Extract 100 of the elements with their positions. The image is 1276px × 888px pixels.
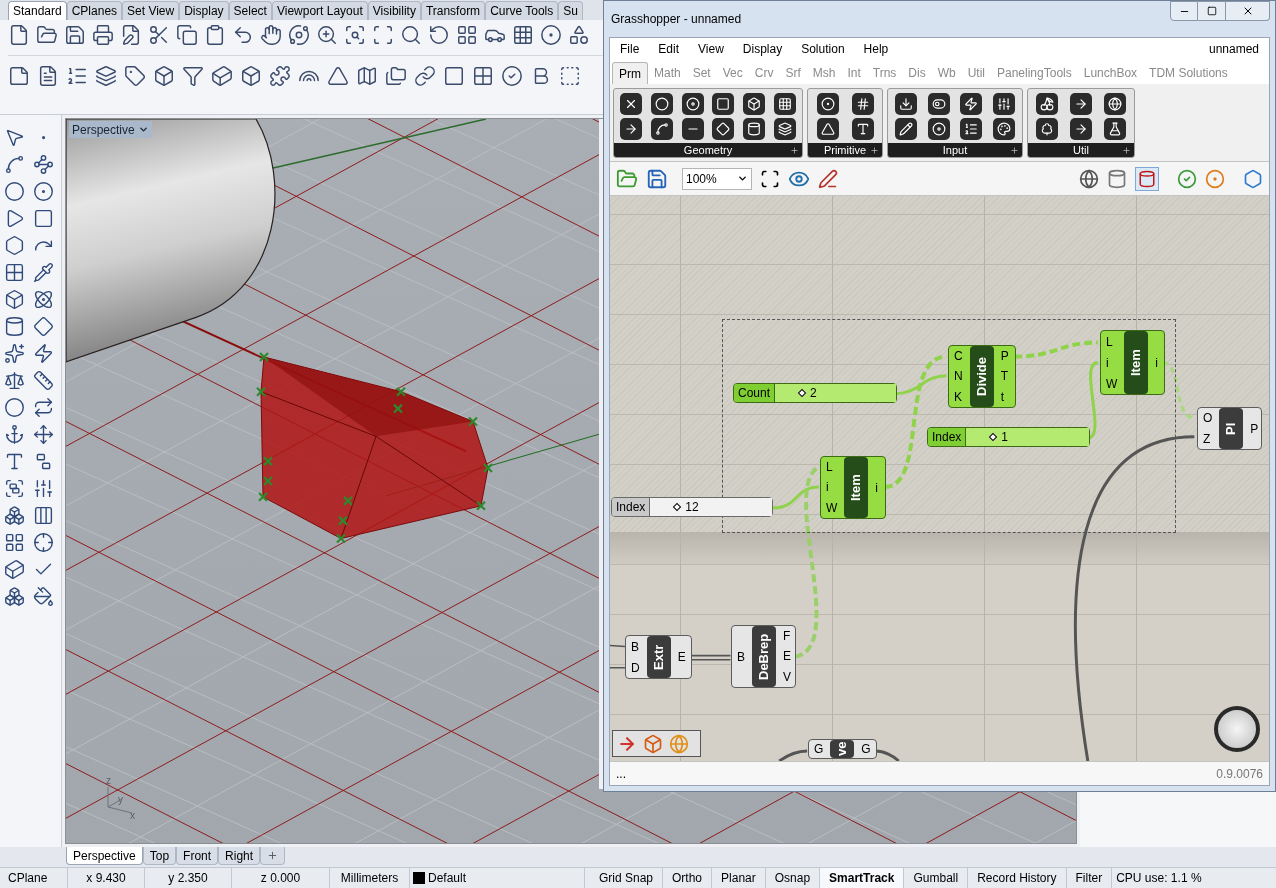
toolbar-tab[interactable]: Viewport Layout [271,1,368,20]
menu-item[interactable]: View [698,40,724,58]
output-label: i [875,479,878,497]
number-slider[interactable]: Index 12 [611,497,773,517]
component-tab[interactable]: Crv [748,62,780,84]
component-tab[interactable]: PanelingTools [991,62,1078,84]
viewport-tab[interactable]: Perspective [66,847,143,865]
component-tab[interactable]: Prm [612,62,648,84]
output-label: t [1000,388,1005,406]
menu-item[interactable]: Help [863,40,889,58]
status-toggle[interactable]: Record History [968,868,1067,888]
toolbar-tab[interactable]: CPlanes [66,1,123,20]
output-label: V [783,668,792,686]
toolbar-tab[interactable]: Set View [122,1,180,20]
input-label: K [954,388,963,406]
axis-label: y [118,793,123,807]
group-label: Geometry [683,142,733,157]
number-slider[interactable]: Index 1 [927,427,1090,447]
units-label[interactable]: Millimeters [330,868,410,888]
layer-label[interactable]: Default [428,869,467,887]
toolbar-tab[interactable]: Standard [8,1,67,20]
component-tab[interactable]: Srf [779,62,807,84]
axis-label: x [130,809,135,823]
input-label: N [954,368,963,386]
component-tab[interactable]: Math [648,62,687,84]
slider-label: Count [734,384,776,402]
input-label: D [631,659,640,677]
component-node[interactable]: L i W Item i [820,456,886,519]
slider-value: 1 [1001,429,1009,446]
input-label: C [954,348,963,366]
document-name: unnamed [1208,41,1259,58]
x-coordinate: x 9.430 [68,868,145,888]
output-label: E [783,648,792,666]
component-name-label: Item [844,457,869,518]
component-tab[interactable]: LunchBox [1077,62,1144,84]
status-toggle[interactable]: SmartTrack [820,868,905,888]
toolbar-tab[interactable]: Curve Tools [485,1,559,20]
version-label: 0.9.0076 [1216,765,1263,783]
cpu-usage: CPU use: 1.1 % [1115,870,1203,887]
viewport-tab[interactable]: Top [142,847,177,865]
toolbar-tab[interactable]: Select [228,1,272,20]
menu-item[interactable]: Solution [801,40,845,58]
input-label: L [1106,333,1114,351]
input-label: W [1106,375,1118,393]
output-label: T [1000,368,1009,386]
status-toggle[interactable]: Filter [1066,868,1113,888]
status-toggle[interactable]: Gumball [904,868,969,888]
axis-label: z [106,774,111,788]
viewport-title[interactable]: Perspective [69,121,152,138]
output-label: i [1155,354,1158,372]
input-label: L [826,459,834,477]
slider-value: 2 [810,385,817,402]
toolbar-tab[interactable]: Su [558,1,583,20]
component-tab[interactable]: Msh [806,62,842,84]
menu-item[interactable]: File [620,40,640,58]
toolbar-tab[interactable]: Transform [420,1,486,20]
status-text: ... [616,765,626,783]
component-node[interactable]: L i W Item i [1100,330,1165,395]
viewport-tab[interactable]: Front [176,847,219,865]
status-toggle[interactable]: Grid Snap [590,868,664,888]
slider-label: Index [928,428,967,446]
component-tab[interactable]: Int [841,62,867,84]
component-node[interactable]: G ve G [808,739,877,759]
slider-label: Index [612,498,651,516]
component-tab[interactable]: Dis [902,62,932,84]
component-node[interactable]: O Z Pl P [1197,407,1262,450]
status-toggle[interactable]: Ortho [663,868,713,888]
group-label: Primitive [823,142,867,157]
output-label: E [677,649,686,666]
component-name-label: Pl [1219,408,1244,449]
component-name-label: Item [1124,331,1149,394]
viewport-tab[interactable]: Right [218,847,261,865]
input-label: O [1203,410,1213,428]
component-tab[interactable]: Vec [716,62,749,84]
output-label: F [783,628,792,646]
component-name-label: DeBrep [752,626,776,687]
number-slider[interactable]: Count 2 [733,383,897,403]
output-label: P [1000,348,1009,366]
input-label: i [1106,354,1110,372]
component-name-label: Extr [646,636,671,678]
input-label: i [826,479,830,497]
component-name-label: Divide [969,346,994,407]
group-label: Input [942,142,968,157]
menu-item[interactable]: Display [742,40,783,58]
component-tab[interactable]: Set [686,62,717,84]
component-tab[interactable]: Wb [931,62,962,84]
output-label: P [1250,420,1259,438]
y-coordinate: y 2.350 [145,868,232,888]
toolbar-tab[interactable]: Display [179,1,229,20]
slider-value: 12 [685,499,699,516]
status-toggle[interactable]: Planar [712,868,766,888]
menu-item[interactable]: Edit [658,40,680,58]
component-tab[interactable]: Util [961,62,991,84]
toolbar-tab[interactable]: Visibility [367,1,421,20]
cplane-label[interactable]: CPlane [0,868,68,888]
zoom-dropdown[interactable]: 100% [682,167,752,190]
component-tab[interactable]: Trns [866,62,903,84]
z-coordinate: z 0.000 [232,868,330,888]
component-name-label: ve [830,740,855,758]
component-tab[interactable]: TDM Solutions [1143,62,1234,84]
